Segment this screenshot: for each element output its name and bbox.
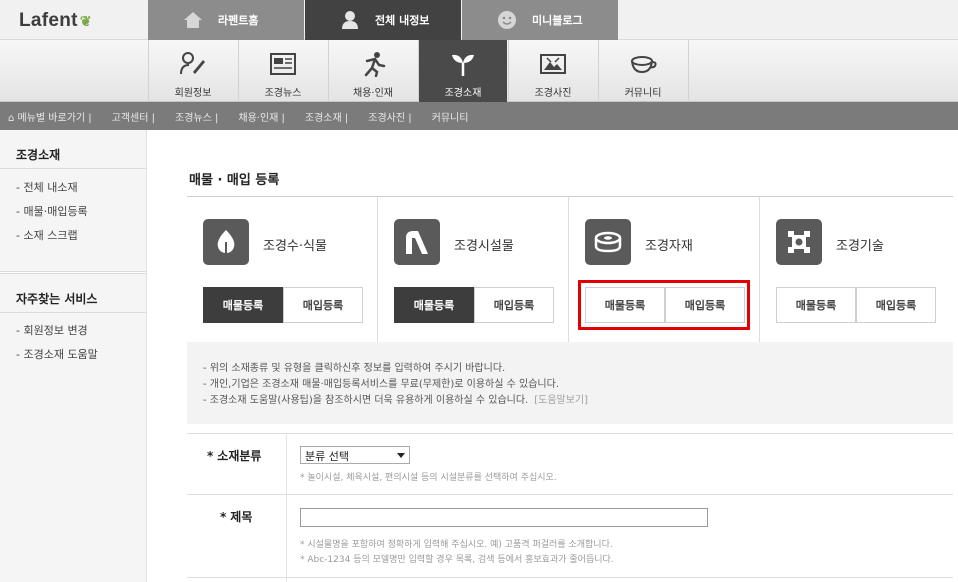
person-icon <box>339 9 361 31</box>
notice-box: - 위의 소재종류 및 유형을 클릭하신후 정보를 입력하여 주시기 바랍니다.… <box>187 342 953 424</box>
smiley-icon <box>496 9 518 31</box>
subnav-landscape-photos[interactable]: 조경사진 | <box>368 109 411 124</box>
subnav-shortcuts[interactable]: ⌂ 메뉴별 바로가기 | <box>8 109 92 124</box>
sidebar-item-all-materials[interactable]: - 전체 내소재 <box>16 179 78 195</box>
sidebar-section-divider <box>0 271 146 274</box>
category-materials-name[interactable]: 조경자재 <box>645 235 693 254</box>
menu-landscape-news[interactable]: 조경뉴스 <box>238 40 327 102</box>
form-column-divider <box>286 434 287 582</box>
required-mark: * <box>207 449 214 463</box>
subnav-community[interactable]: 커뮤니티 <box>432 109 469 124</box>
sidebar-item-help[interactable]: - 조경소재 도움말 <box>16 346 98 362</box>
subnav-jobs[interactable]: 채용·인재 | <box>238 109 285 124</box>
gear-icon[interactable] <box>776 219 822 265</box>
category-select[interactable]: 분류 선택 <box>300 446 410 464</box>
page-title: 매물 · 매입 등록 <box>189 173 280 188</box>
title-hint: * Abc-1234 등의 모델명만 입력할 경우 목록, 검색 등에서 홍보효… <box>300 555 614 565</box>
sidebar-item-scrap[interactable]: - 소재 스크랩 <box>16 227 78 243</box>
runner-icon <box>358 50 388 78</box>
plants-sell-button[interactable]: 매물등록 <box>203 287 283 323</box>
title-label: * 제목 <box>220 508 252 525</box>
category-facilities: 조경시설물 매물등록 매입등록 <box>378 197 569 343</box>
member-icon <box>178 50 208 78</box>
menu-jobs-label: 채용·인재 <box>353 88 393 99</box>
sidebar-divider <box>0 312 146 313</box>
sidebar-title-services: 자주찾는 서비스 <box>16 292 98 306</box>
category-label-text: 소재분류 <box>217 449 262 463</box>
menu-member-info-label: 회원정보 <box>174 88 212 99</box>
photo-icon <box>538 50 568 78</box>
category-technology-name[interactable]: 조경기술 <box>836 235 884 254</box>
sidebar-item-edit-member[interactable]: - 회원정보 변경 <box>16 322 88 338</box>
technology-sell-button[interactable]: 매물등록 <box>776 287 856 323</box>
category-technology: 조경기술 매물등록 매입등록 <box>760 197 951 343</box>
technology-buy-button[interactable]: 매입등록 <box>856 287 936 323</box>
sidebar: 조경소재 - 전체 내소재 - 매물·매입등록 - 소재 스크랩 자주찾는 서비… <box>0 130 147 582</box>
facilities-sell-button[interactable]: 매물등록 <box>394 287 474 323</box>
category-plants: 조경수·식물 매물등록 매입등록 <box>187 197 378 343</box>
tab-my-info-label: 전체 내정보 <box>375 14 430 27</box>
sidebar-divider <box>0 168 146 169</box>
home-icon <box>182 9 204 31</box>
notice-line: - 위의 소재종류 및 유형을 클릭하신후 정보를 입력하여 주시기 바랍니다. <box>203 363 506 374</box>
subnav-landscape-news[interactable]: 조경뉴스 | <box>175 109 218 124</box>
title-hint: * 시설물명을 포함하여 정확하게 입력해 주십시오. 예) 고품격 퍼걸러를 … <box>300 540 613 550</box>
slide-icon[interactable] <box>394 219 440 265</box>
menu-community-label: 커뮤니티 <box>624 88 662 99</box>
sub-nav: ⌂ 메뉴별 바로가기 | 고객센터 | 조경뉴스 | 채용·인재 | 조경소재 … <box>0 102 958 130</box>
title-label-text: 제목 <box>230 510 253 524</box>
category-label: * 소재분류 <box>207 447 261 464</box>
subnav-landscape-materials[interactable]: 조경소재 | <box>305 109 348 124</box>
main-menu: 회원정보 조경뉴스 채용·인재 조경소재 조경사진 커뮤니티 <box>0 40 958 102</box>
notice-line: - 개인,기업은 조경소재 매물·매입등록서비스를 무료(무제한)로 이용하실 … <box>203 379 559 390</box>
sidebar-title-materials: 조경소재 <box>16 148 61 162</box>
help-link[interactable]: [도움말보기] <box>534 395 588 406</box>
form-divider <box>187 433 953 434</box>
material-icon[interactable] <box>585 219 631 265</box>
menu-landscape-news-label: 조경뉴스 <box>264 88 302 99</box>
notice-line: - 조경소재 도움말(사용팁)을 참조하시면 더욱 유용하게 이용하실 수 있습… <box>203 395 529 406</box>
newspaper-icon <box>268 50 298 78</box>
top-bar: Lafent ❦ 라펜트홈 전체 내정보 미니블로그 <box>0 0 958 40</box>
tab-my-info[interactable]: 전체 내정보 <box>305 0 461 40</box>
menu-divider <box>688 40 689 102</box>
menu-landscape-materials-label: 조경소재 <box>444 88 482 99</box>
required-mark: * <box>220 510 227 524</box>
sidebar-item-register[interactable]: - 매물·매입등록 <box>16 203 88 219</box>
plants-buy-button[interactable]: 매입등록 <box>283 287 363 323</box>
menu-community[interactable]: 커뮤니티 <box>598 40 687 102</box>
category-hint: * 놀이시설, 체육시설, 편의시설 등의 시설분류를 선택하여 주십시오. <box>300 473 557 483</box>
tab-lafent-home-label: 라펜트홈 <box>218 14 259 27</box>
form-divider <box>187 577 953 578</box>
leaf-icon[interactable] <box>203 219 249 265</box>
category-select-value: 분류 선택 <box>305 450 349 463</box>
site-logo[interactable]: Lafent ❦ <box>19 10 92 32</box>
facilities-buy-button[interactable]: 매입등록 <box>474 287 554 323</box>
category-facilities-name[interactable]: 조경시설물 <box>454 235 514 254</box>
menu-landscape-photos[interactable]: 조경사진 <box>508 40 597 102</box>
cup-icon <box>628 50 658 78</box>
menu-jobs[interactable]: 채용·인재 <box>328 40 417 102</box>
category-panel: 조경수·식물 매물등록 매입등록 조경시설물 매물등록 매입등록 조경자재 매물… <box>187 196 953 343</box>
menu-landscape-materials[interactable]: 조경소재 <box>418 40 507 102</box>
title-input[interactable] <box>300 508 708 527</box>
tab-mini-blog[interactable]: 미니블로그 <box>462 0 618 40</box>
tab-mini-blog-label: 미니블로그 <box>532 14 583 27</box>
form-divider <box>187 494 953 495</box>
chevron-down-icon <box>397 453 405 458</box>
tab-lafent-home[interactable]: 라펜트홈 <box>148 0 304 40</box>
highlight-box <box>578 280 750 330</box>
category-plants-name[interactable]: 조경수·식물 <box>263 235 327 254</box>
sprout-icon <box>448 50 478 78</box>
menu-member-info[interactable]: 회원정보 <box>148 40 237 102</box>
menu-landscape-photos-label: 조경사진 <box>534 88 572 99</box>
subnav-customer-center[interactable]: 고객센터 | <box>112 109 155 124</box>
